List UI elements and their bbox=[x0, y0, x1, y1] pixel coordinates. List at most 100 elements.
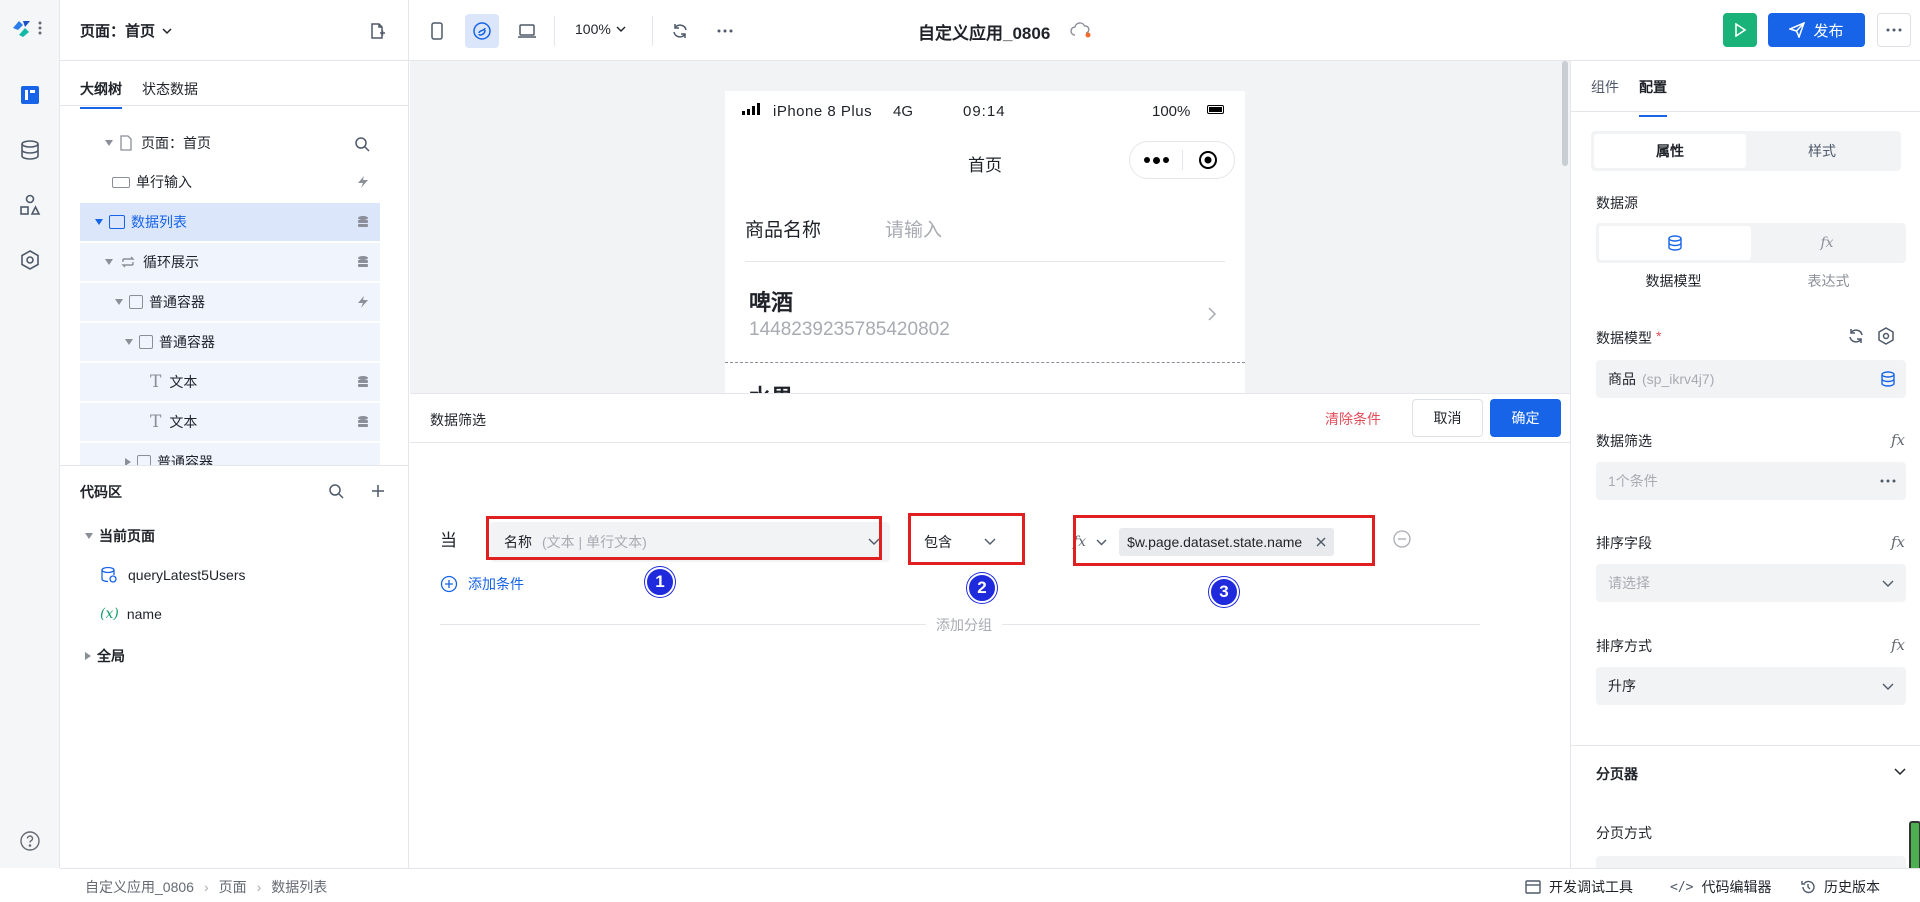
code-panel: 代码区 当前页面 queryLatest5Users (x) name 全局 bbox=[60, 466, 409, 868]
phone-preview: iPhone 8 Plus 4G 09:14 100% 首页 商品名称 请输入 … bbox=[725, 91, 1245, 393]
input-icon bbox=[112, 176, 130, 188]
sort-order-label: 排序方式 bbox=[1596, 638, 1652, 654]
segment-props[interactable]: 属性 bbox=[1594, 134, 1746, 168]
fx-icon[interactable]: fx bbox=[1891, 636, 1905, 654]
tree-item-input[interactable]: 单行输入 bbox=[80, 163, 380, 201]
dev-tools-button[interactable]: 开发调试工具 bbox=[1525, 877, 1633, 897]
settings-icon[interactable] bbox=[1877, 327, 1895, 345]
carrier: iPhone 8 Plus bbox=[773, 103, 873, 120]
remove-condition-icon[interactable] bbox=[1392, 529, 1412, 549]
filter-value: 1个条件 bbox=[1608, 473, 1658, 489]
model-select[interactable]: 商品 (sp_ikrv4j7) bbox=[1596, 360, 1906, 398]
tree-item-label: 页面：首页 bbox=[141, 135, 211, 151]
more-icon[interactable] bbox=[708, 14, 742, 48]
datasource-icon[interactable] bbox=[356, 215, 370, 229]
clear-conditions-button[interactable]: 清除条件 bbox=[1325, 409, 1381, 429]
global-group[interactable]: 全局 bbox=[85, 646, 125, 666]
caret-down-icon bbox=[95, 219, 103, 225]
field-input[interactable]: 请输入 bbox=[885, 215, 942, 242]
search-icon[interactable] bbox=[328, 483, 344, 499]
ds-model-label: 数据模型 bbox=[1645, 273, 1702, 289]
current-page-group[interactable]: 当前页面 bbox=[85, 526, 155, 546]
tree-item-container[interactable]: 普通容器 bbox=[80, 323, 380, 361]
outline-icon[interactable] bbox=[15, 80, 45, 110]
refresh-icon[interactable] bbox=[663, 14, 697, 48]
tree-item-data-list[interactable]: 数据列表 bbox=[80, 203, 380, 241]
canvas-scrollbar[interactable] bbox=[1562, 61, 1568, 166]
pager-mode-select[interactable] bbox=[1596, 856, 1906, 868]
code-item-variable[interactable]: (x) name bbox=[100, 606, 162, 622]
tree-item-text[interactable]: T 文本 bbox=[80, 363, 380, 401]
more-icon[interactable] bbox=[1880, 479, 1896, 483]
sort-order-select[interactable]: 升序 bbox=[1596, 667, 1906, 705]
pager-section-title[interactable]: 分页器 bbox=[1596, 764, 1638, 784]
code-editor-button[interactable]: </> 代码编辑器 bbox=[1670, 877, 1771, 897]
tree-item-label: 普通容器 bbox=[149, 294, 205, 310]
close-target-icon[interactable] bbox=[1183, 150, 1234, 170]
event-bolt-icon[interactable] bbox=[356, 175, 370, 189]
add-condition-button[interactable]: 添加条件 bbox=[440, 574, 524, 594]
tree-item-container[interactable]: 普通容器 bbox=[80, 283, 380, 321]
app-logo-icon[interactable] bbox=[10, 16, 48, 40]
chevron-down-icon[interactable] bbox=[1894, 767, 1906, 777]
status-bar: 自定义应用_0806 › 页面 › 数据列表 开发调试工具 </> 代码编辑器 … bbox=[60, 868, 1920, 902]
datasource-icon[interactable] bbox=[356, 375, 370, 389]
datasource-expr-option[interactable]: fx bbox=[1751, 226, 1903, 260]
dev-tools-label: 开发调试工具 bbox=[1549, 879, 1633, 895]
current-page-label: 当前页面 bbox=[99, 528, 155, 544]
history-button[interactable]: 历史版本 bbox=[1800, 877, 1880, 897]
publish-label: 发布 bbox=[1813, 22, 1844, 40]
add-icon[interactable] bbox=[370, 483, 386, 499]
tree-item-loop[interactable]: 循环展示 bbox=[80, 243, 380, 281]
ds-expr-label: 表达式 bbox=[1807, 273, 1850, 289]
database-icon[interactable] bbox=[15, 135, 45, 165]
miniprogram-view-icon[interactable] bbox=[465, 14, 499, 48]
sort-field-select[interactable]: 请选择 bbox=[1596, 564, 1906, 602]
more-menu-button[interactable] bbox=[1877, 13, 1911, 47]
tree-item-container[interactable]: 普通容器 bbox=[80, 443, 380, 465]
data-filter-panel: 数据筛选 清除条件 取消 确定 当 名称 (文本 | 单行文本) 包含 fx $… bbox=[410, 393, 1570, 868]
database-icon bbox=[1668, 235, 1682, 251]
code-item-query[interactable]: queryLatest5Users bbox=[100, 566, 246, 584]
mobile-view-icon[interactable] bbox=[420, 14, 454, 48]
refresh-icon[interactable] bbox=[1847, 327, 1865, 345]
run-button[interactable] bbox=[1723, 13, 1757, 47]
sort-field-label: 排序字段 bbox=[1596, 535, 1652, 551]
top-toolbar: 页面：首页 100% 自定义应用_0806 发布 bbox=[60, 0, 1920, 61]
settings-icon[interactable] bbox=[15, 245, 45, 275]
chevron-down-icon bbox=[1882, 683, 1894, 690]
breadcrumb-item[interactable]: 页面 bbox=[219, 877, 247, 897]
level-meter bbox=[1909, 821, 1920, 868]
more-icon[interactable] bbox=[1130, 156, 1182, 164]
fx-icon[interactable]: fx bbox=[1891, 533, 1905, 551]
chevron-right-icon[interactable] bbox=[1207, 306, 1217, 322]
desktop-view-icon[interactable] bbox=[510, 14, 544, 48]
global-label: 全局 bbox=[97, 648, 125, 664]
add-group-button[interactable]: 添加分组 bbox=[926, 615, 1002, 635]
confirm-button[interactable]: 确定 bbox=[1490, 399, 1561, 437]
breadcrumb-item[interactable]: 自定义应用_0806 bbox=[85, 877, 194, 897]
phone-time: 09:14 bbox=[963, 103, 1006, 120]
components-icon[interactable] bbox=[15, 190, 45, 220]
add-page-icon[interactable] bbox=[360, 14, 394, 48]
caret-down-icon bbox=[105, 259, 113, 265]
page-selector[interactable]: 页面：首页 bbox=[80, 20, 173, 41]
datasource-icon[interactable] bbox=[356, 255, 370, 269]
tree-item-label: 文本 bbox=[169, 414, 198, 430]
capsule-menu[interactable] bbox=[1129, 141, 1235, 179]
filter-summary[interactable]: 1个条件 bbox=[1596, 462, 1906, 500]
datasource-model-option[interactable] bbox=[1599, 226, 1751, 260]
tree-item-text[interactable]: T 文本 bbox=[80, 403, 380, 441]
event-bolt-icon[interactable] bbox=[356, 295, 370, 309]
breadcrumb-item[interactable]: 数据列表 bbox=[271, 877, 327, 897]
help-icon[interactable] bbox=[15, 826, 45, 856]
segment-style[interactable]: 样式 bbox=[1746, 134, 1898, 168]
fx-icon[interactable]: fx bbox=[1891, 431, 1905, 449]
caret-right-icon bbox=[85, 652, 91, 660]
search-icon[interactable] bbox=[354, 136, 370, 152]
publish-button[interactable]: 发布 bbox=[1768, 13, 1865, 47]
cancel-button[interactable]: 取消 bbox=[1412, 399, 1483, 437]
tree-item-page[interactable]: 页面：首页 bbox=[80, 124, 380, 162]
zoom-select[interactable]: 100% bbox=[575, 21, 626, 37]
datasource-icon[interactable] bbox=[356, 415, 370, 429]
